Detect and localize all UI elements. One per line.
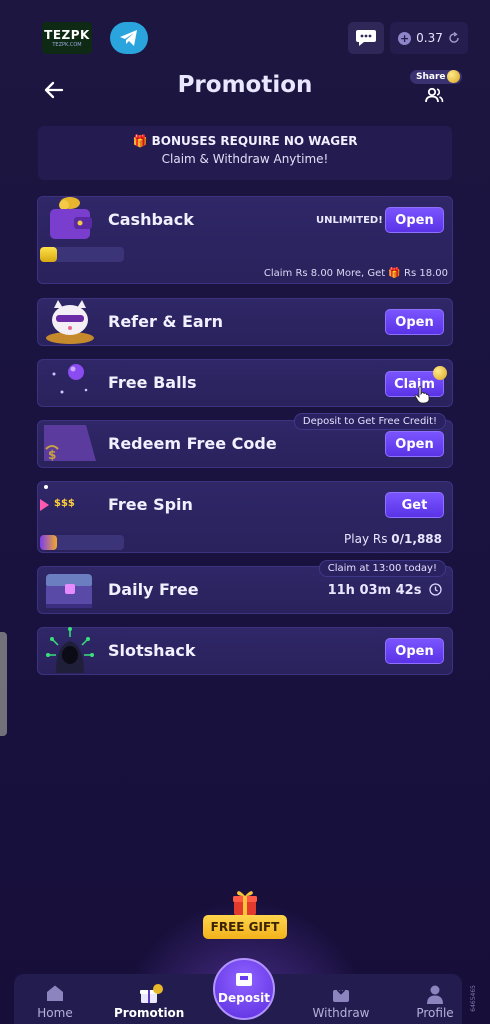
slotshack-title: Slotshack [108, 641, 196, 660]
refer-earn-card[interactable]: Refer & Earn Open [37, 298, 453, 346]
coin-icon [447, 70, 460, 83]
redeem-open-button[interactable]: Open [385, 431, 444, 457]
home-icon [47, 985, 63, 1001]
deposit-free-credit-tag: Deposit to Get Free Credit! [293, 413, 446, 430]
profile-icon [427, 985, 443, 1004]
side-code: 6465465 [470, 985, 477, 1012]
free-gift-button[interactable]: FREE GIFT [203, 888, 287, 940]
treasure-chest-icon [46, 574, 92, 608]
logo-subtext: TEZPK.COM [52, 42, 82, 48]
daily-free-card[interactable]: Daily Free Claim at 13:00 today! 11h 03m… [37, 560, 453, 614]
spin-progress-fill [40, 535, 57, 550]
cashback-note: Claim Rs 8.00 More, Get 🎁 Rs 18.00 [263, 268, 448, 279]
free-balls-card[interactable]: Free Balls Claim [37, 359, 453, 407]
nav-promotion-label: Promotion [114, 1006, 185, 1020]
refer-earn-title: Refer & Earn [108, 312, 223, 331]
chat-icon [356, 30, 376, 46]
slot-icon: $$$ [40, 497, 90, 513]
countdown-timer: 11h 03m 42s [328, 583, 442, 598]
side-drawer-handle[interactable] [0, 632, 7, 736]
tezpk-logo[interactable]: TEZPK TEZPK.COM [42, 22, 92, 54]
lucky-cat-icon [46, 300, 94, 344]
refresh-icon[interactable] [448, 32, 460, 44]
gift-box-icon [233, 891, 257, 915]
spin-progress-bar [40, 535, 124, 550]
gift-icon: 🎁 [388, 268, 401, 279]
banner-headline: BONUSES REQUIRE NO WAGER [151, 134, 358, 148]
cashback-progress-fill [40, 247, 57, 262]
clock-icon [429, 583, 442, 596]
balance-amount: 0.37 [416, 31, 443, 45]
free-spin-get-button[interactable]: Get [385, 492, 444, 518]
redeem-code-card[interactable]: $ Redeem Free Code Open Deposit to Get F… [37, 413, 453, 468]
nav-profile[interactable]: Profile [400, 974, 470, 1024]
wallet-icon [50, 197, 92, 239]
spin-play-note: Play Rs 0/1,888 [344, 532, 442, 546]
top-bar: TEZPK TEZPK.COM + 0.37 [0, 0, 490, 70]
daily-free-title: Daily Free [108, 580, 199, 599]
cashback-title: Cashback [108, 210, 194, 229]
deposit-label: Deposit [218, 991, 270, 1005]
coin-icon [433, 366, 447, 380]
banner-subline: Claim & Withdraw Anytime! [161, 152, 329, 166]
users-icon [425, 87, 444, 103]
deposit-icon [236, 973, 252, 986]
balance-display[interactable]: + 0.37 [390, 22, 468, 54]
ball-icon [52, 364, 88, 394]
nav-home-label: Home [37, 1006, 73, 1020]
chat-button[interactable] [348, 22, 384, 54]
telegram-icon[interactable] [110, 22, 148, 54]
free-balls-title: Free Balls [108, 373, 197, 392]
claim-time-tag: Claim at 13:00 today! [318, 560, 446, 577]
withdraw-icon [333, 985, 349, 1002]
slotshack-open-button[interactable]: Open [385, 638, 444, 664]
promotion-gift-icon [140, 984, 163, 1003]
nav-withdraw-label: Withdraw [312, 1006, 370, 1020]
share-button[interactable]: Share [410, 70, 462, 108]
hand-pointer-icon [414, 386, 430, 404]
free-spin-card[interactable]: $$$ Free Spin Get Play Rs 0/1,888 [37, 481, 453, 553]
cashback-card[interactable]: Cashback UNLIMITED! Open Claim Rs 8.00 M… [37, 196, 453, 284]
free-gift-label: FREE GIFT [203, 915, 287, 939]
deposit-button[interactable]: Deposit [213, 958, 275, 1020]
gift-icon: 🎁 [132, 134, 148, 148]
refer-open-button[interactable]: Open [385, 309, 444, 335]
cashback-open-button[interactable]: Open [385, 207, 444, 233]
nav-withdraw[interactable]: Withdraw [306, 974, 376, 1024]
cashback-progress-bar [40, 247, 124, 262]
hacker-icon [46, 627, 94, 673]
unlimited-badge: UNLIMITED! [316, 215, 383, 226]
ticket-icon: $ [44, 425, 96, 462]
svg-text:$: $ [48, 448, 56, 462]
slotshack-card[interactable]: Slotshack Open [37, 627, 453, 675]
nav-home[interactable]: Home [20, 974, 90, 1024]
nav-promotion[interactable]: Promotion [114, 974, 184, 1024]
no-wager-banner: 🎁 BONUSES REQUIRE NO WAGER Claim & Withd… [38, 126, 452, 180]
slot-text: $$$ [54, 498, 75, 509]
logo-text: TEZPK [44, 28, 90, 42]
add-balance-icon[interactable]: + [398, 31, 412, 45]
redeem-code-title: Redeem Free Code [108, 434, 277, 453]
free-spin-title: Free Spin [108, 495, 193, 514]
nav-profile-label: Profile [416, 1006, 454, 1020]
